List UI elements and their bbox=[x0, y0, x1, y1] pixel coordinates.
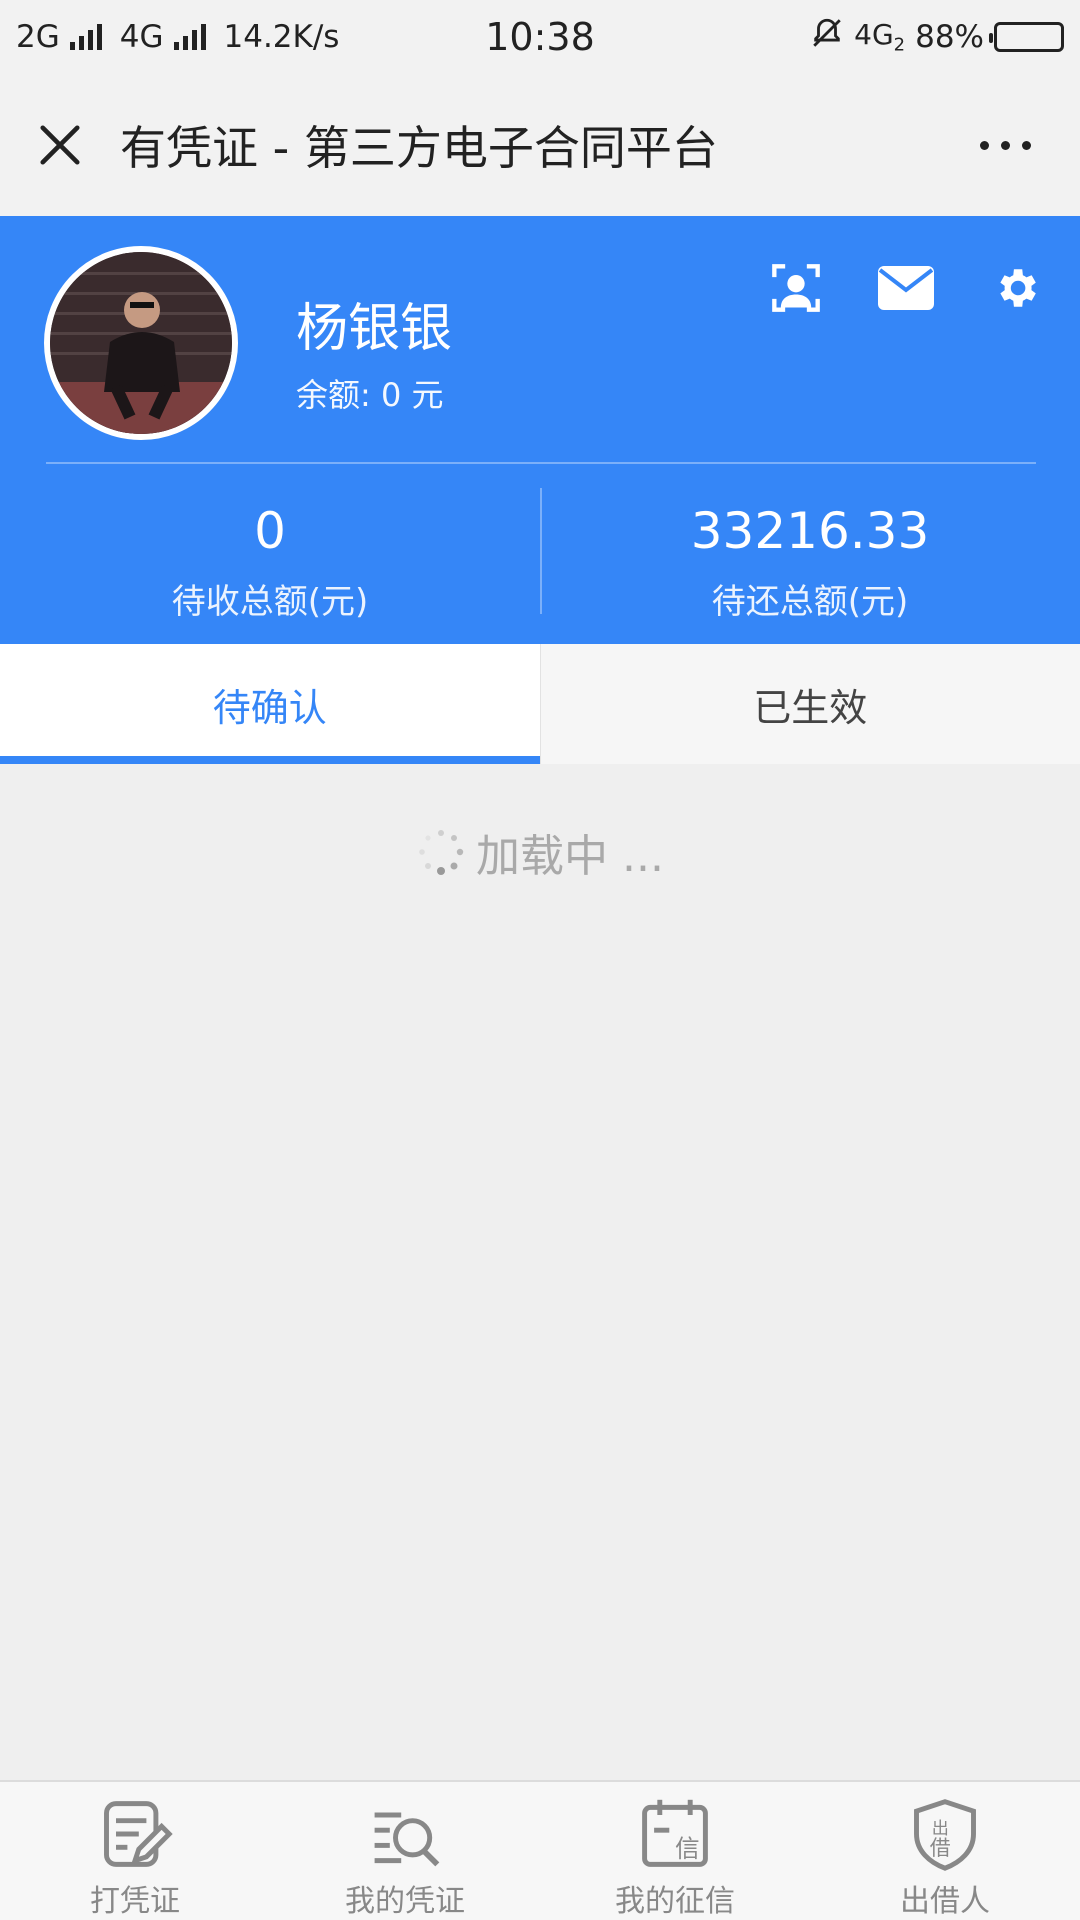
mail-icon bbox=[878, 266, 934, 310]
nav-item-my-vouchers[interactable]: 我的凭证 bbox=[270, 1782, 540, 1920]
nav-label: 我的征信 bbox=[615, 1884, 735, 1919]
status-bar: 2G 4G 14.2K/s 10:38 4G2 88% bbox=[0, 0, 1080, 74]
nav-item-my-credit[interactable]: 信 我的征信 bbox=[540, 1782, 810, 1920]
header-actions bbox=[768, 260, 1044, 316]
loading-text: 加载中 ... bbox=[476, 831, 664, 882]
profile-header: 杨银银 余额: 0 元 0 待收总额(元) 33216.33 待还总额(元) bbox=[0, 216, 1080, 644]
nav-item-lender[interactable]: 出 借 出借人 bbox=[810, 1782, 1080, 1920]
network-label-4g: 4G bbox=[119, 19, 164, 55]
mute-bell-icon bbox=[810, 16, 844, 58]
message-button[interactable] bbox=[878, 260, 934, 316]
stat-payable[interactable]: 33216.33 待还总额(元) bbox=[540, 482, 1080, 632]
close-button[interactable] bbox=[0, 74, 120, 216]
nav-label: 出借人 bbox=[900, 1884, 990, 1919]
user-name: 杨银银 bbox=[296, 299, 453, 359]
credit-calendar-icon: 信 bbox=[642, 1799, 708, 1867]
close-icon bbox=[40, 125, 80, 165]
bottom-nav: 打凭证 我的凭证 信 我的征信 出 借 出借人 bbox=[0, 1780, 1080, 1920]
face-scan-button[interactable] bbox=[768, 260, 824, 316]
status-right: 4G2 88% bbox=[810, 16, 1064, 58]
profile-divider bbox=[46, 462, 1036, 464]
nav-label: 我的凭证 bbox=[345, 1884, 465, 1919]
dot-icon bbox=[1021, 140, 1031, 150]
stat-label: 待收总额(元) bbox=[171, 582, 369, 622]
network-label-2g: 2G bbox=[16, 19, 60, 55]
signal-icon bbox=[173, 24, 206, 50]
avatar[interactable] bbox=[44, 246, 238, 440]
status-tabs: 待确认 已生效 bbox=[0, 644, 1080, 764]
page-title: 有凭证 - 第三方电子合同平台 bbox=[120, 121, 718, 175]
loading-indicator: 加载中 ... bbox=[0, 820, 1080, 884]
spinner-icon bbox=[419, 830, 464, 875]
title-bar: 有凭证 - 第三方电子合同平台 bbox=[0, 74, 1080, 216]
dot-icon bbox=[979, 140, 989, 150]
stat-value: 33216.33 bbox=[690, 502, 930, 560]
network-speed: 14.2K/s bbox=[223, 19, 340, 55]
stat-label: 待还总额(元) bbox=[711, 582, 909, 622]
tab-effective[interactable]: 已生效 bbox=[539, 644, 1080, 764]
nav-label: 打凭证 bbox=[90, 1884, 180, 1919]
stat-receivable[interactable]: 0 待收总额(元) bbox=[0, 482, 540, 632]
battery-icon bbox=[989, 22, 1064, 52]
nav-item-create-voucher[interactable]: 打凭证 bbox=[0, 1782, 270, 1920]
balance-text: 余额: 0 元 bbox=[296, 376, 444, 414]
more-menu-button[interactable] bbox=[930, 74, 1080, 216]
lender-shield-icon: 出 借 bbox=[914, 1799, 976, 1871]
status-left: 2G 4G 14.2K/s bbox=[16, 19, 339, 55]
face-scan-icon bbox=[772, 264, 820, 312]
stats-row: 0 待收总额(元) 33216.33 待还总额(元) bbox=[0, 482, 1080, 632]
stat-value: 0 bbox=[254, 502, 286, 560]
settings-button[interactable] bbox=[988, 260, 1044, 316]
signal-icon bbox=[69, 24, 102, 50]
edit-document-icon bbox=[104, 1801, 173, 1867]
dot-icon bbox=[1000, 140, 1010, 150]
svg-text:信: 信 bbox=[675, 1834, 700, 1863]
network-4g-indicator: 4G2 bbox=[854, 18, 906, 56]
tab-pending[interactable]: 待确认 bbox=[0, 644, 540, 764]
battery-percent: 88% bbox=[915, 19, 984, 55]
svg-text:借: 借 bbox=[930, 1836, 951, 1860]
search-list-icon bbox=[374, 1812, 440, 1867]
gear-icon bbox=[1000, 269, 1036, 307]
